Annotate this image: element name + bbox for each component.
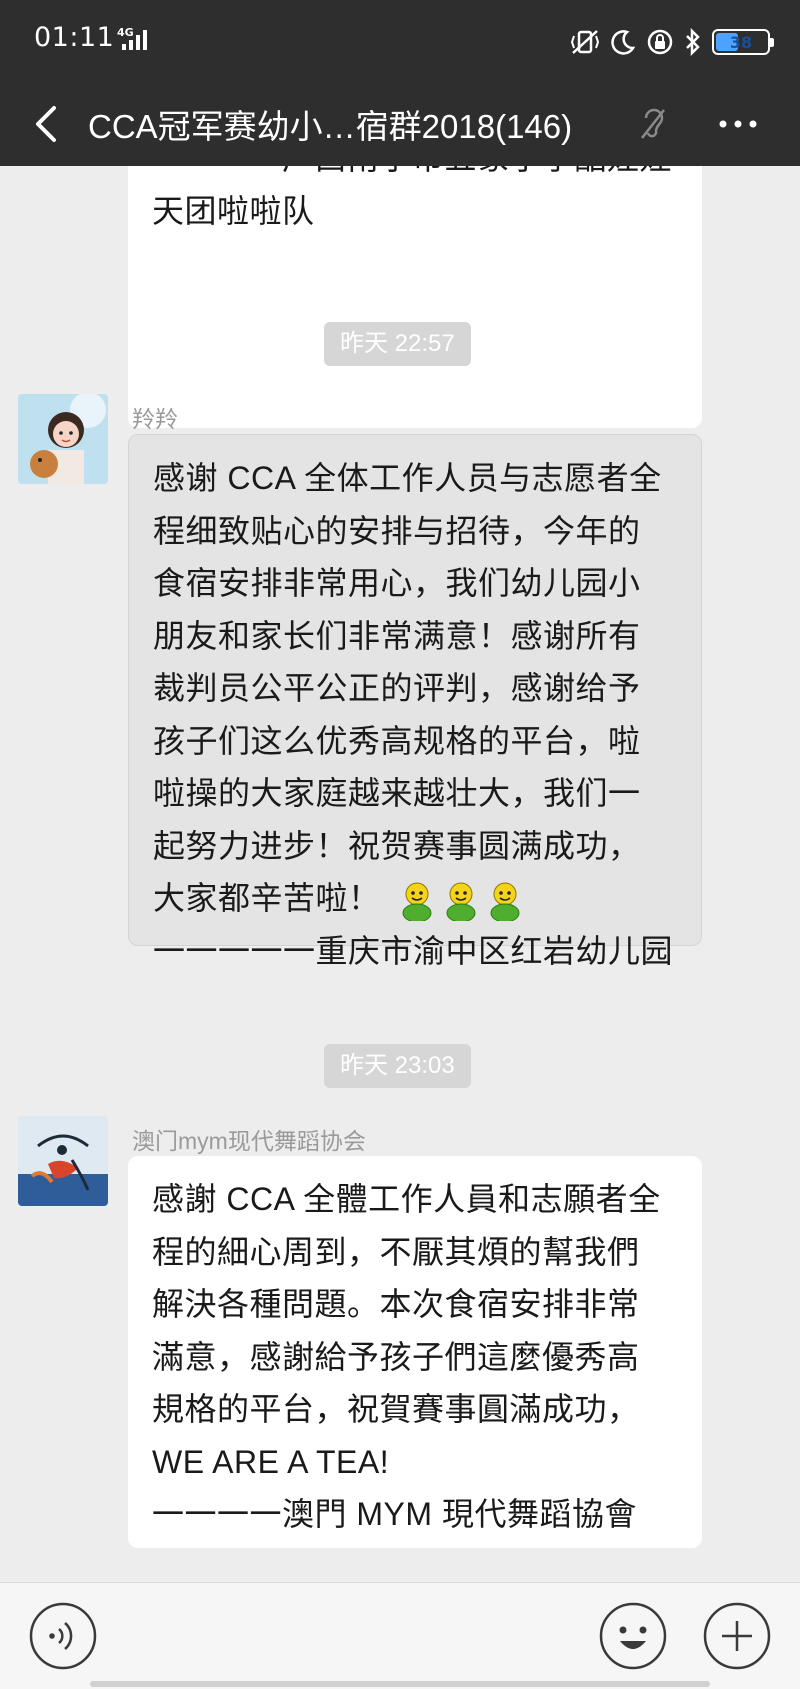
message-line-with-emoji: 大家都辛苦啦！ [153,872,677,925]
ear-mute-icon [641,108,665,139]
green-figure-emoji-icon [446,882,476,921]
message-line: 食宿安排非常用心，我们幼儿园小 [153,565,641,601]
message-line: 感謝 CCA 全體工作人員和志願者全 [152,1181,661,1217]
message-line: 天团啦啦队 [152,192,315,229]
message-bubble[interactable]: 感谢 CCA 全体工作人员与志愿者全 程细致贴心的安排与招待，今年的 食宿安排非… [128,434,702,969]
avatar[interactable] [18,394,108,484]
message-line: WE ARE A TEA! [152,1443,390,1480]
chat-header: CCA冠军赛幼小…宿群2018(146) [0,82,800,166]
sender-name: 澳门mym现代舞蹈协会 [132,1128,366,1154]
message-line: 一一一一广西南宁市五象小学酷娃娃 [152,166,678,185]
avatar[interactable] [18,1116,108,1206]
timestamp: 昨天 22:57 [324,322,471,366]
battery-level: 38 [729,32,753,52]
message-bubble[interactable]: 感謝 CCA 全體工作人員和志願者全 程的細心周到，不厭其煩的幫我們 解決各種問… [128,1156,702,1548]
vibrate-icon [570,30,600,54]
battery-icon: 38 [712,29,774,55]
message-list[interactable]: 一一一一广西南宁市五象小学酷娃娃 一一一一广西南宁市五象小学酷娃娃 天团啦啦队 … [0,166,800,1582]
message-line: 一一一一一重庆市渝中区红岩幼儿园 [153,932,674,969]
bluetooth-icon [686,28,700,56]
emoji-group [398,881,524,921]
sender-name: 羚羚 [132,406,178,432]
signal-strength-icon [122,30,147,50]
bottom-divider [90,1681,710,1687]
message-line: 程细致贴心的安排与招待，今年的 [153,512,641,549]
message-line: 滿意，感謝給予孩子們這麼優秀高 [152,1338,640,1375]
plus-icon[interactable] [702,1601,772,1671]
avatar-girl-image [18,394,108,484]
status-icons: 38 [570,22,774,62]
message-line: 規格的平台，祝賀賽事圓滿成功， [152,1391,640,1427]
message-line: 起努力进步！祝贺赛事圆满成功， [153,827,641,864]
more-dots-icon[interactable] [716,106,760,142]
voice-icon[interactable] [28,1601,98,1671]
avatar-dancer-image [18,1116,108,1206]
timestamp: 昨天 23:03 [324,1044,471,1088]
message-text: 大家都辛苦啦！ [153,880,381,916]
chat-input-bar [0,1582,800,1689]
message-line: 程的細心周到，不厭其煩的幫我們 [152,1233,640,1270]
message-line: 裁判员公平公正的评判，感谢给予 [153,670,641,706]
message-line: 啦操的大家庭越来越壮大，我们一 [153,775,641,811]
lock-rotation-icon [647,29,673,55]
back-arrow-icon[interactable] [28,102,68,146]
status-bar: 01:11 4G 38 [0,0,800,82]
message-line: 孩子们这么优秀高规格的平台，啦 [153,722,641,759]
green-figure-emoji-icon [490,882,520,921]
status-time: 01:11 [34,22,115,53]
message-line: 感谢 CCA 全体工作人员与志愿者全 [153,460,662,496]
message-line: 解決各種問題。本次食宿安排非常 [152,1286,640,1322]
moon-icon [611,30,636,55]
message-bubble-tail[interactable]: 一一一一广西南宁市五象小学酷娃娃 天团啦啦队 [128,166,702,262]
chat-title: CCA冠军赛幼小…宿群2018(146) [88,108,573,145]
green-figure-emoji-icon [402,882,432,921]
smiley-icon[interactable] [598,1601,668,1671]
message-line: 一一一一澳門 MYM 現代舞蹈協會 [152,1496,637,1532]
message-line: 朋友和家长们非常满意！感谢所有 [153,617,641,654]
